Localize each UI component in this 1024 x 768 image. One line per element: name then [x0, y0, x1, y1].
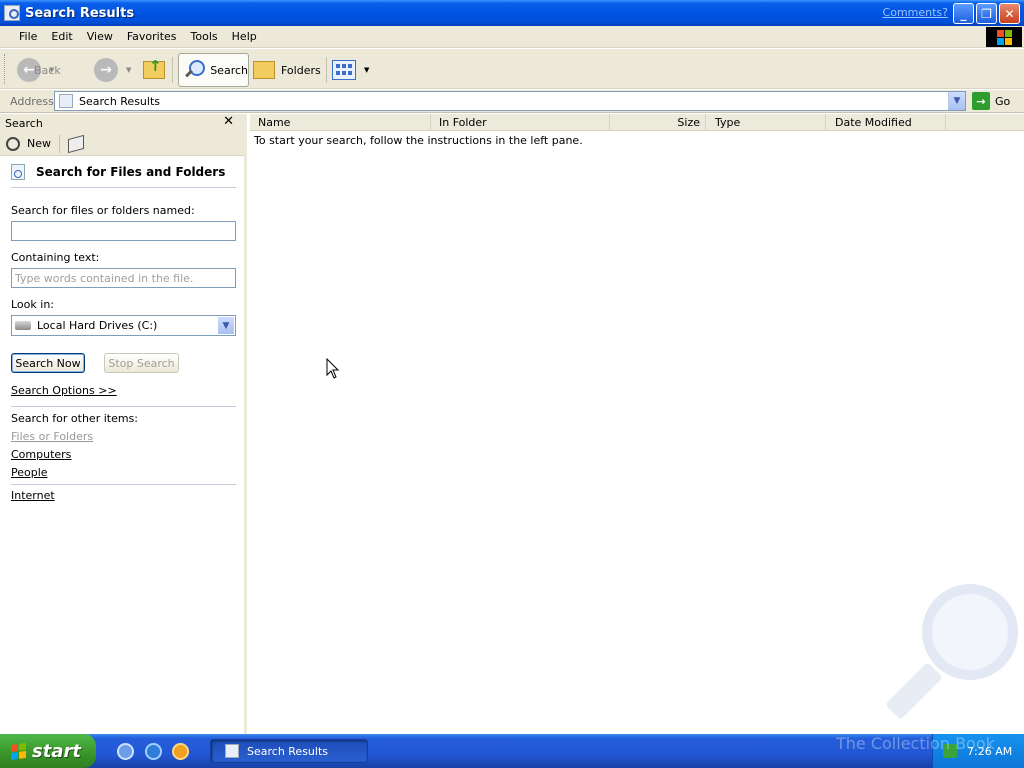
menu-tools[interactable]: Tools [184, 30, 225, 43]
toolbar-grip[interactable] [4, 54, 7, 84]
divider [11, 484, 236, 485]
new-search-button[interactable]: New [6, 134, 60, 153]
look-in-value: Local Hard Drives (C:) [37, 319, 158, 332]
windows-flag-icon [10, 742, 26, 760]
taskbar-button-search-results[interactable]: Search Results [210, 739, 368, 763]
up-folder-button[interactable] [143, 53, 165, 87]
address-value: Search Results [79, 94, 161, 108]
go-button[interactable]: → Go [972, 92, 1010, 110]
toolbar-separator [172, 57, 173, 83]
search-files-title-text: Search for Files and Folders [36, 165, 226, 179]
new-search-icon [6, 136, 20, 151]
go-label: Go [995, 94, 1011, 108]
search-magnifier-watermark-icon [874, 584, 1024, 734]
start-button[interactable]: start [0, 734, 96, 768]
divider [11, 187, 236, 188]
divider [11, 406, 236, 407]
column-type[interactable]: Type [706, 114, 826, 131]
search-pane-header: Search ✕ [0, 114, 244, 132]
watermark-text: The Collection Book [836, 734, 995, 753]
windows-logo-icon [986, 27, 1022, 47]
search-files-title: Search for Files and Folders [11, 164, 225, 180]
results-message: To start your search, follow the instruc… [254, 134, 583, 147]
folders-label: Folders [281, 63, 321, 77]
search-now-button[interactable]: Search Now [11, 353, 85, 373]
search-results-icon [59, 94, 73, 108]
search-companion-book-icon[interactable] [68, 134, 84, 153]
search-pane-toolbar: New [0, 132, 244, 156]
filename-input[interactable] [11, 221, 236, 241]
files-or-folders-link[interactable]: Files or Folders [11, 430, 93, 443]
named-label: Search for files or folders named: [11, 204, 195, 217]
restore-button[interactable]: ❐ [976, 3, 997, 24]
search-files-icon [11, 164, 25, 180]
column-name[interactable]: Name [250, 114, 431, 131]
search-results-icon [225, 744, 239, 758]
column-headers: Name In Folder Size Type Date Modified [250, 114, 1024, 131]
folders-button[interactable]: Folders [253, 53, 321, 87]
menu-bar: File Edit View Favorites Tools Help [0, 26, 1024, 48]
search-icon [183, 59, 206, 81]
forward-button[interactable]: → ▼ [94, 53, 131, 87]
people-link[interactable]: People [11, 466, 48, 479]
close-button[interactable]: ✕ [999, 3, 1020, 24]
address-field[interactable]: Search Results ▼ [54, 91, 966, 111]
internet-link[interactable]: Internet [11, 489, 55, 502]
start-label: start [32, 740, 81, 762]
views-icon [332, 60, 356, 80]
search-label: Search [210, 63, 248, 77]
chevron-down-icon[interactable]: ▼ [218, 317, 234, 334]
menu-file[interactable]: File [12, 30, 44, 43]
search-pane-title: Search [5, 116, 43, 130]
back-label: Back [34, 63, 61, 77]
show-desktop-icon[interactable] [117, 743, 134, 760]
search-window-icon[interactable] [4, 5, 20, 21]
title-bar: Search Results Comments? _ ❐ ✕ [0, 0, 1024, 26]
look-in-label: Look in: [11, 298, 54, 311]
search-button[interactable]: Search [178, 53, 249, 87]
menu-favorites[interactable]: Favorites [120, 30, 184, 43]
minimize-button[interactable]: _ [953, 3, 974, 24]
containing-text-input[interactable]: Type words contained in the file. [11, 268, 236, 288]
internet-explorer-icon[interactable] [145, 743, 162, 760]
address-bar: Address Search Results ▼ → Go [0, 90, 1024, 113]
toolbar-separator [326, 57, 327, 83]
hard-drive-icon [15, 321, 31, 330]
address-dropdown-icon[interactable]: ▼ [948, 92, 965, 110]
computers-link[interactable]: Computers [11, 448, 71, 461]
search-options-link[interactable]: Search Options >> [11, 384, 117, 397]
forward-arrow-icon: → [94, 58, 118, 82]
address-label: Address [10, 94, 54, 108]
new-label: New [27, 137, 51, 150]
column-date-modified[interactable]: Date Modified [826, 114, 946, 131]
forward-dropdown-icon[interactable]: ▼ [126, 66, 131, 74]
other-items-label: Search for other items: [11, 412, 138, 425]
up-folder-icon [143, 57, 165, 79]
column-size[interactable]: Size [610, 114, 706, 131]
menu-help[interactable]: Help [225, 30, 264, 43]
standard-toolbar: ← Back ▼ → ▼ Search Folders ▼ [0, 49, 1024, 89]
containing-label: Containing text: [11, 251, 100, 264]
column-in-folder[interactable]: In Folder [431, 114, 610, 131]
back-button[interactable]: ← Back ▼ [17, 53, 61, 87]
views-dropdown-icon[interactable]: ▼ [364, 66, 369, 74]
go-arrow-icon: → [972, 92, 990, 110]
results-pane: Name In Folder Size Type Date Modified T… [250, 114, 1024, 734]
close-pane-icon[interactable]: ✕ [223, 114, 234, 129]
menu-edit[interactable]: Edit [44, 30, 79, 43]
stop-search-button[interactable]: Stop Search [104, 353, 179, 373]
look-in-select[interactable]: Local Hard Drives (C:) ▼ [11, 315, 236, 336]
comments-link[interactable]: Comments? [883, 6, 948, 19]
media-player-icon[interactable] [172, 743, 189, 760]
folders-icon [253, 61, 275, 79]
menu-view[interactable]: View [80, 30, 120, 43]
search-pane: Search ✕ New Search for Files and Folder… [0, 114, 247, 734]
taskbar-button-label: Search Results [247, 744, 329, 758]
views-button[interactable]: ▼ [332, 53, 369, 87]
window-title: Search Results [25, 5, 135, 21]
